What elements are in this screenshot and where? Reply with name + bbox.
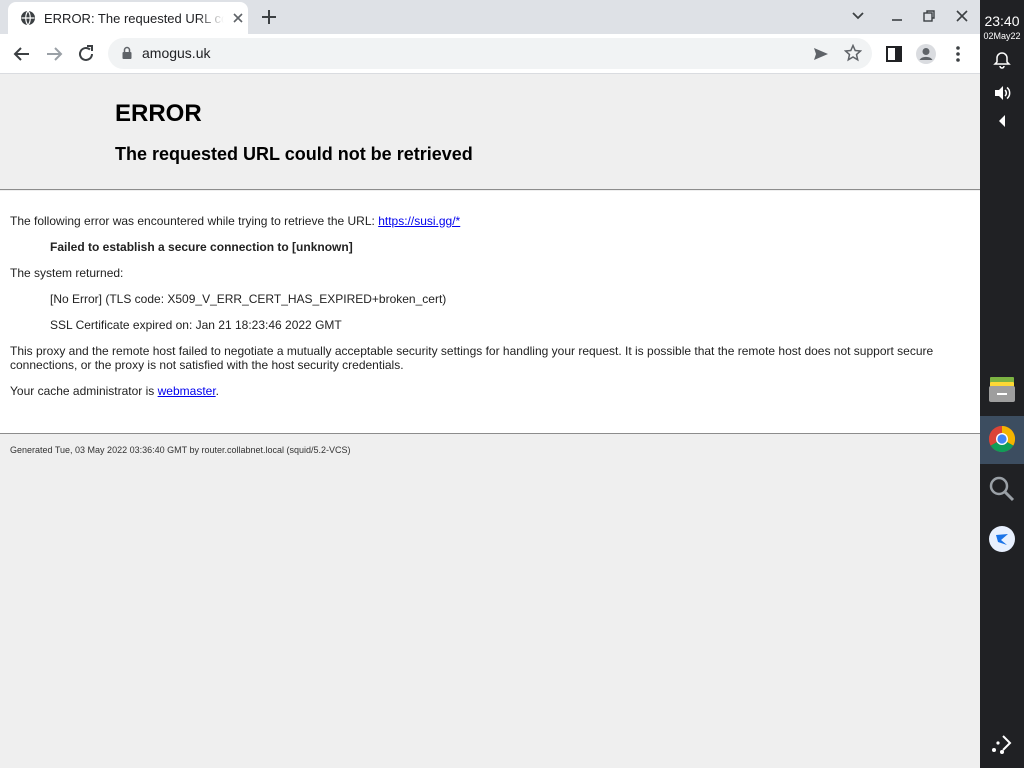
back-arrow-icon[interactable] (11, 43, 33, 65)
volume-icon[interactable] (992, 83, 1012, 103)
app-blue-bird-icon[interactable] (988, 525, 1016, 553)
webmaster-link[interactable]: webmaster (158, 384, 216, 398)
admin-paragraph: Your cache administrator is webmaster. (10, 384, 219, 398)
clock-time[interactable]: 23:40 (980, 13, 1024, 29)
url-error-prefix: The following error was encountered whil… (10, 214, 379, 228)
browser-window: ERROR: The requested URL could not be re… (0, 0, 980, 768)
bookmark-star-icon[interactable] (844, 44, 862, 62)
globe-icon (21, 10, 35, 26)
browser-toolbar: amogus.uk (0, 34, 980, 74)
side-panel-icon[interactable] (883, 43, 905, 65)
tls-error-code: [No Error] (TLS code: X509_V_ERR_CERT_HA… (50, 292, 447, 306)
chrome-browser-icon[interactable] (988, 425, 1016, 453)
tab-title: ERROR: The requested URL could not be re… (44, 11, 224, 26)
tab-search-chevron-down-icon[interactable] (851, 9, 865, 23)
profile-avatar-icon[interactable] (915, 43, 937, 65)
address-bar[interactable]: amogus.uk (108, 38, 872, 69)
requested-url-link[interactable]: https://susi.gg/* (378, 214, 460, 228)
search-magnifier-icon[interactable] (988, 475, 1016, 503)
page-content: ERROR The requested URL could not be ret… (0, 74, 980, 768)
admin-prefix: Your cache administrator is (10, 384, 158, 398)
new-tab-plus-icon[interactable] (260, 8, 278, 26)
url-text: amogus.uk (142, 45, 211, 61)
close-window-icon[interactable] (955, 9, 969, 23)
url-error-paragraph: The following error was encountered whil… (10, 214, 460, 228)
launcher-icon[interactable] (990, 732, 1014, 756)
footer-generated: Generated Tue, 03 May 2022 03:36:40 GMT … (10, 445, 351, 455)
send-share-icon[interactable] (812, 45, 830, 63)
error-title-section: ERROR The requested URL could not be ret… (0, 74, 980, 190)
explanation-paragraph: This proxy and the remote host failed to… (10, 344, 934, 372)
system-returned-label: The system returned: (10, 266, 124, 280)
restore-icon[interactable] (922, 9, 936, 23)
close-tab-icon[interactable] (230, 10, 246, 26)
page-title: ERROR (115, 100, 202, 127)
error-detail: Failed to establish a secure connection … (50, 240, 353, 254)
minimize-icon[interactable] (890, 9, 904, 23)
tab-active[interactable]: ERROR: The requested URL could not be re… (8, 2, 248, 34)
page-subtitle: The requested URL could not be retrieved (115, 144, 473, 164)
more-menu-icon[interactable] (947, 43, 969, 65)
tab-strip: ERROR: The requested URL could not be re… (0, 0, 980, 34)
admin-suffix: . (215, 384, 220, 398)
clock-date[interactable]: 02May22 (980, 31, 1024, 41)
error-content: The following error was encountered whil… (0, 191, 980, 434)
files-app-icon[interactable] (987, 374, 1017, 404)
os-shelf: 23:40 02May22 (980, 0, 1024, 768)
collapse-arrow-icon[interactable] (996, 114, 1008, 128)
ssl-expiry: SSL Certificate expired on: Jan 21 18:23… (50, 318, 342, 332)
notification-bell-icon[interactable] (992, 50, 1012, 70)
forward-arrow-icon[interactable] (43, 43, 65, 65)
lock-icon[interactable] (120, 46, 134, 60)
reload-icon[interactable] (75, 43, 97, 65)
